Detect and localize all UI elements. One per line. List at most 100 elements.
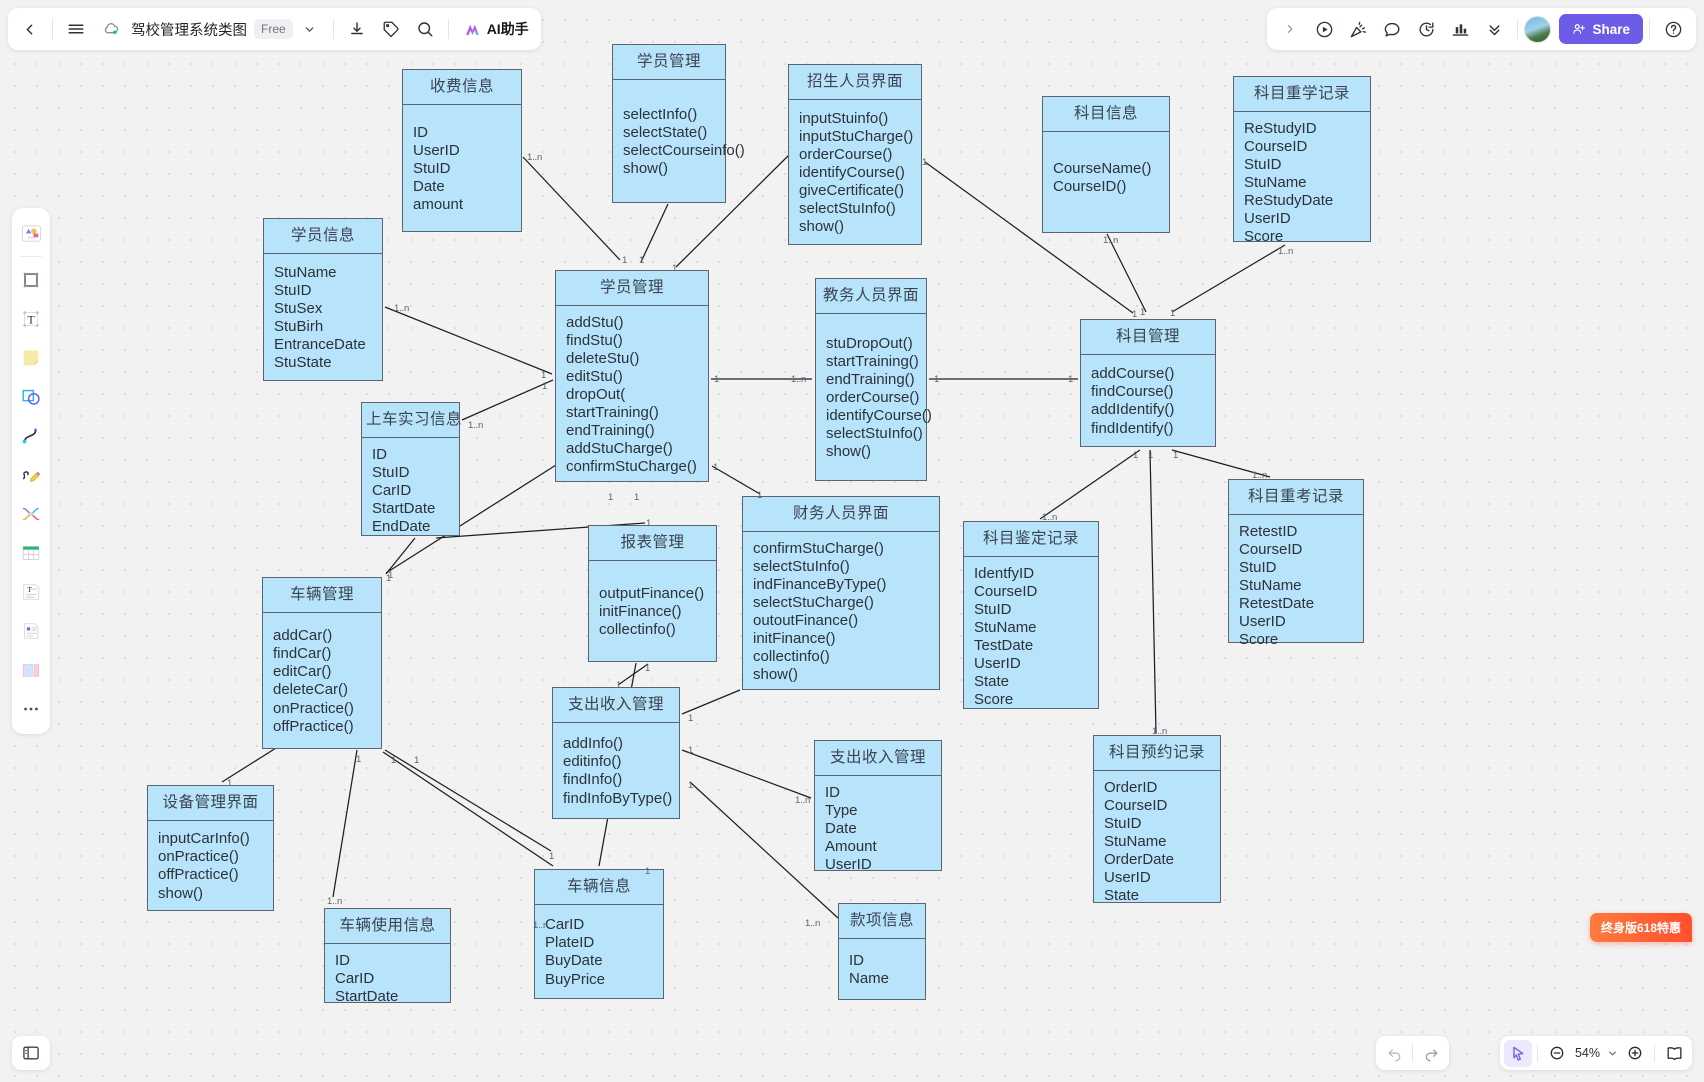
- uml-class-c_incomemgr[interactable]: 支出收入管理 addInfo() editinfo() findInfo() findI…: [552, 687, 680, 819]
- book-open-icon[interactable]: [1660, 1040, 1688, 1067]
- multiplicity-label: 1: [646, 518, 652, 529]
- layers-panel-button[interactable]: [12, 1036, 50, 1070]
- uml-class-c_report[interactable]: 报表管理 outputFinance() initFinance() collecti…: [588, 525, 717, 662]
- uml-class-c_stuinfo[interactable]: 学员信息 StuName StuID StuSex StuBirh EntranceDat…: [263, 218, 383, 381]
- help-icon[interactable]: [1656, 12, 1690, 46]
- uml-class-c_carmgr[interactable]: 车辆管理 addCar() findCar() editCar() deleteCar(…: [262, 577, 382, 749]
- uml-class-c_caruse[interactable]: 车辆使用信息 ID CarID StartDate: [324, 908, 451, 1005]
- redo-icon[interactable]: [1417, 1040, 1445, 1067]
- zoom-out-icon[interactable]: [1543, 1040, 1571, 1067]
- uml-association-c_carmgr-c_carinfo[interactable]: [382, 751, 554, 867]
- pen-icon[interactable]: [15, 456, 47, 494]
- back-button[interactable]: [12, 12, 46, 46]
- uml-class-c_stuadmin[interactable]: 学员管理 selectInfo() selectState() selectCours…: [612, 44, 745, 203]
- multiplicity-label: 1: [922, 157, 928, 168]
- uml-member: indFinanceByType(): [753, 575, 887, 593]
- connector-icon[interactable]: [15, 417, 47, 455]
- promo-badge[interactable]: 终身版618特惠: [1589, 913, 1692, 942]
- uml-class-c_incomeinfo[interactable]: 支出收入管理 ID Type Date Amount UserID: [814, 740, 942, 873]
- kanban-icon[interactable]: [15, 651, 47, 689]
- zoom-chevron-down-icon[interactable]: [1604, 1040, 1620, 1067]
- uml-member: OrderID: [1104, 778, 1158, 796]
- bar-chart-icon[interactable]: [1443, 12, 1477, 46]
- uml-member: UserID: [1104, 868, 1151, 886]
- document-title[interactable]: 驾校管理系统类图: [131, 19, 247, 40]
- uml-class-title: 车辆信息: [535, 870, 663, 905]
- uml-member: identifyCourse(): [826, 407, 932, 425]
- uml-association-c_stumgr-c_finance[interactable]: [711, 465, 761, 495]
- uml-association-c_carmgr-c_incomemgr[interactable]: [384, 749, 552, 852]
- text-icon[interactable]: T: [15, 300, 47, 338]
- uml-association-c_coursemgr-c_identify[interactable]: [1039, 449, 1141, 520]
- uml-association-c_stuinfo-c_stumgr[interactable]: [384, 306, 553, 375]
- uml-member: ID: [372, 445, 387, 463]
- uml-class-c_payinfo[interactable]: 款项信息 ID Name: [838, 903, 926, 1000]
- download-icon[interactable]: [340, 12, 374, 46]
- uml-class-c_devui[interactable]: 设备管理界面 inputCarInfo() onPractice() offPract…: [147, 785, 274, 911]
- mindmap-icon[interactable]: [15, 495, 47, 533]
- uml-member: Name: [849, 969, 890, 987]
- multiplicity-label: 1: [645, 663, 651, 674]
- uml-member: editinfo(): [563, 753, 622, 771]
- shape-tool-icon[interactable]: [15, 378, 47, 416]
- uml-association-c_carmgr-c_caruse[interactable]: [332, 749, 358, 898]
- user-avatar[interactable]: [1524, 15, 1552, 43]
- zoom-level-label[interactable]: 54%: [1572, 1046, 1603, 1060]
- uml-class-c_courseinfo[interactable]: 科目信息 CourseName() CourseID(): [1042, 96, 1170, 233]
- uml-class-c_teachui[interactable]: 教务人员界面 stuDropOut() startTraining() endTrai…: [815, 278, 932, 481]
- shapes-library-icon[interactable]: [15, 214, 47, 252]
- uml-class-members: inputStuinfo() inputStuCharge() orderCours…: [789, 100, 921, 247]
- uml-class-c_carinfo[interactable]: 车辆信息 CarID PlateID BuyDate BuyPrice: [534, 869, 664, 999]
- uml-association-c_practice-c_stumgr[interactable]: [461, 379, 554, 421]
- uml-member: findInfoByType(): [563, 789, 673, 807]
- uml-class-c_recruit[interactable]: 招生人员界面 inputStuinfo() inputStuCharge() orde…: [788, 64, 922, 245]
- uml-class-c_charge[interactable]: 收费信息 ID UserID StuID Date amount: [402, 69, 522, 232]
- uml-association-c_charge-c_stumgr[interactable]: [522, 156, 621, 261]
- uml-association-c_carmgr-c_devui[interactable]: [221, 747, 277, 783]
- table-icon[interactable]: [15, 534, 47, 572]
- more-tools-icon[interactable]: [15, 690, 47, 728]
- search-icon[interactable]: [408, 12, 442, 46]
- uml-class-c_restudy[interactable]: 科目重学记录 ReStudyID CourseID StuID StuName ReStu…: [1233, 76, 1371, 245]
- uml-association-c_report-c_incomemgr[interactable]: [617, 663, 649, 686]
- uml-class-c_finance[interactable]: 财务人员界面 confirmStuCharge() selectStuInfo() i…: [742, 496, 940, 690]
- uml-class-title: 学员管理: [613, 45, 725, 80]
- uml-association-c_incomemgr-c_incomeinfo[interactable]: [681, 749, 812, 799]
- uml-class-c_retest[interactable]: 科目重考记录 RetestID CourseID StuID StuName Retest…: [1228, 479, 1364, 648]
- chevron-right-icon[interactable]: [1273, 12, 1307, 46]
- comment-bubble-icon[interactable]: [1375, 12, 1409, 46]
- uml-class-c_identify[interactable]: 科目鉴定记录 IdentfyID CourseID StuID StuName TestD…: [963, 521, 1099, 709]
- document-icon[interactable]: [15, 612, 47, 650]
- tag-icon[interactable]: [374, 12, 408, 46]
- uml-class-title: 招生人员界面: [789, 65, 921, 100]
- text-block-icon[interactable]: T: [15, 573, 47, 611]
- uml-association-c_finance-c_incomemgr[interactable]: [681, 689, 741, 715]
- history-icon[interactable]: [1409, 12, 1443, 46]
- uml-class-c_order[interactable]: 科目预约记录 OrderID CourseID StuID StuName OrderDa…: [1093, 735, 1221, 904]
- title-chevron-down-icon[interactable]: [293, 12, 327, 46]
- uml-class-members: selectInfo() selectState() selectCourseinf…: [613, 80, 745, 203]
- uml-member: ID: [825, 783, 840, 801]
- play-circle-icon[interactable]: [1307, 12, 1341, 46]
- chevrons-down-icon[interactable]: [1477, 12, 1511, 46]
- uml-member: findStu(): [566, 331, 623, 349]
- sticky-note-icon[interactable]: [15, 339, 47, 377]
- undo-icon[interactable]: [1380, 1040, 1408, 1067]
- uml-class-c_stumgr[interactable]: 学员管理 addStu() findStu() deleteStu() editStu(…: [555, 270, 709, 482]
- uml-association-c_stuadmin-c_stumgr[interactable]: [640, 203, 669, 263]
- uml-member: StartDate: [372, 499, 436, 517]
- frame-icon[interactable]: [15, 261, 47, 299]
- uml-class-title: 支出收入管理: [553, 688, 679, 723]
- ai-assistant-button[interactable]: AI助手: [455, 12, 537, 46]
- menu-button[interactable]: [59, 12, 93, 46]
- cursor-pointer-icon[interactable]: [1503, 1039, 1532, 1067]
- uml-member: CourseID: [1239, 540, 1303, 558]
- uml-class-c_coursemgr[interactable]: 科目管理 addCourse() findCourse() addIdentify()…: [1080, 319, 1216, 447]
- uml-class-title: 上车实习信息: [362, 403, 462, 438]
- zoom-in-icon[interactable]: [1621, 1040, 1649, 1067]
- uml-class-c_practice[interactable]: 上车实习信息 ID StuID CarID StartDate EndDate: [361, 402, 462, 536]
- uml-association-c_coursemgr-c_order[interactable]: [1149, 449, 1157, 734]
- party-popper-icon[interactable]: [1341, 12, 1375, 46]
- diagram-canvas[interactable]: 学员管理 selectInfo() selectState() selectCours…: [0, 0, 1704, 1082]
- share-button[interactable]: Share: [1559, 14, 1643, 44]
